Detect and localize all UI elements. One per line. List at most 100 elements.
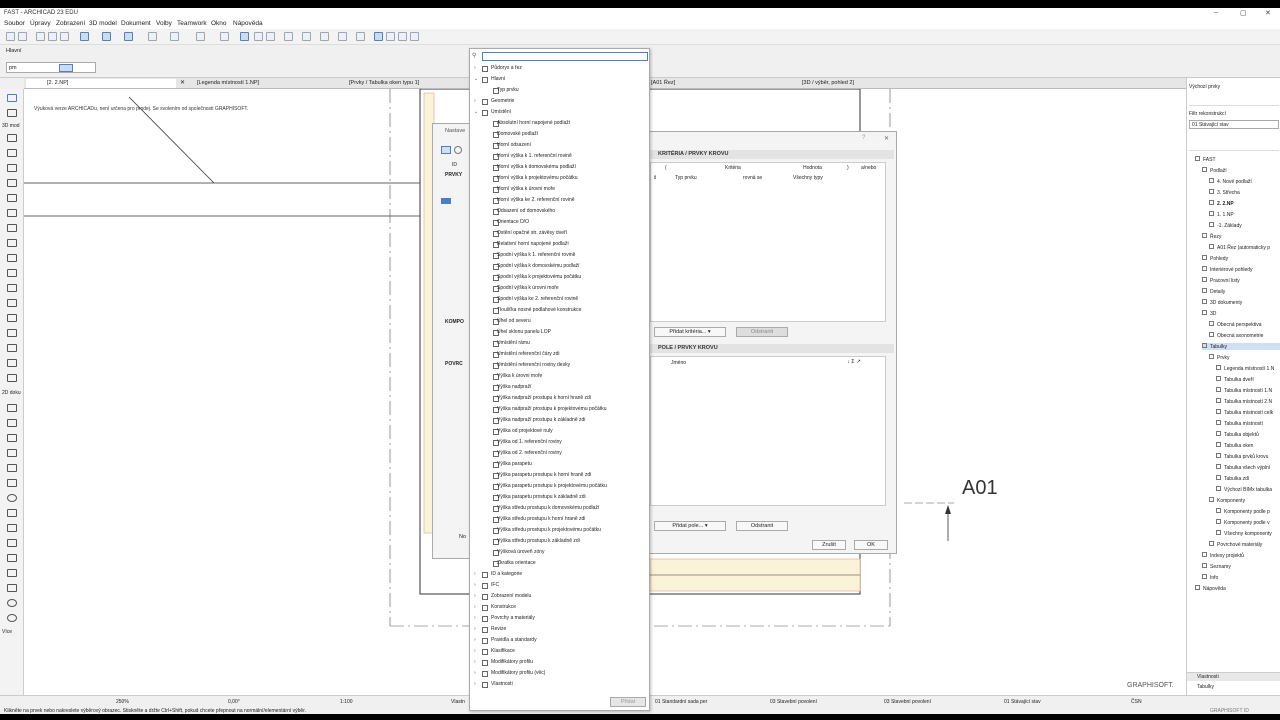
property-item[interactable]: Výška nadpraží prostupu k projektovému p… <box>474 404 644 415</box>
tree-item[interactable]: Komponenty podle p <box>1216 508 1280 515</box>
section-surfaces[interactable]: POVRC <box>445 361 463 367</box>
tree-item[interactable]: Pracovní listy <box>1202 277 1280 284</box>
scale-value[interactable]: 1:100 <box>340 699 353 705</box>
maximize-button[interactable]: ▢ <box>1240 9 1247 17</box>
property-item[interactable]: › Geometrie <box>474 96 644 107</box>
fill-tool-icon[interactable] <box>7 464 17 472</box>
property-item[interactable]: Typ prvku <box>474 85 644 96</box>
add-field-button[interactable]: Přidat pole... ▾ <box>654 521 726 531</box>
property-item[interactable]: Umístění referenční roviny desky <box>474 360 644 371</box>
tree-item[interactable]: Tabulka dveří <box>1216 376 1280 383</box>
menu-options[interactable]: Volby <box>156 20 172 27</box>
menu-file[interactable]: Soubor <box>4 20 25 27</box>
chevron-right-icon[interactable]: › <box>474 613 476 624</box>
property-item[interactable]: Výška parapetu <box>474 459 644 470</box>
property-item[interactable]: Úhel od severu <box>474 316 644 327</box>
tree-item[interactable]: 3. Střecha <box>1209 189 1280 196</box>
column-tool-icon[interactable] <box>7 149 17 157</box>
tree-item[interactable]: Tabulka oken <box>1216 442 1280 449</box>
arrow-tool-icon[interactable] <box>7 94 17 102</box>
property-item[interactable]: Výška od 1. referenční roviny <box>474 437 644 448</box>
standard-value[interactable]: ČSN <box>1131 699 1142 705</box>
property-item[interactable]: ⌄ Hlavní <box>474 74 644 85</box>
redo-icon[interactable] <box>18 32 27 41</box>
tree-item[interactable]: 3D <box>1202 310 1280 317</box>
zoom-value[interactable]: 250% <box>116 699 129 705</box>
tree-item[interactable]: Detaily <box>1202 288 1280 295</box>
property-item[interactable]: Horní výška k 1. referenční rovině <box>474 151 644 162</box>
undo-icon[interactable] <box>6 32 15 41</box>
property-item[interactable]: Výšková úroveň zóny <box>474 547 644 558</box>
selected-scheme-row[interactable] <box>441 198 451 204</box>
property-item[interactable]: › Pravidla a standardy <box>474 635 644 646</box>
tree-item[interactable]: Nápověda <box>1195 585 1280 592</box>
line-tool-icon[interactable] <box>7 479 17 487</box>
adjust-icon[interactable] <box>266 32 275 41</box>
trace-icon[interactable] <box>240 32 249 41</box>
property-item[interactable]: Výška nadpraží prostupu k základně zdi <box>474 415 644 426</box>
spline-tool-icon[interactable] <box>7 524 17 532</box>
property-item[interactable]: › Modifikátory profilu (věc) <box>474 668 644 679</box>
chevron-right-icon[interactable]: › <box>474 591 476 602</box>
tree-item[interactable]: 2. 2.NP <box>1209 200 1280 207</box>
object-tool-icon[interactable] <box>7 209 17 217</box>
chevron-right-icon[interactable]: › <box>474 63 476 74</box>
property-item[interactable]: Výška nadpraží prostupu k horní hraně zd… <box>474 393 644 404</box>
offset-icon[interactable] <box>338 32 347 41</box>
tree-item[interactable]: Pohledy <box>1202 255 1280 262</box>
elevation-tool-icon[interactable] <box>7 584 17 592</box>
3d-window-icon[interactable] <box>374 32 383 41</box>
angle-value[interactable]: 0,00° <box>228 699 240 705</box>
marquee-icon[interactable] <box>59 64 73 72</box>
section-prvky[interactable]: PRVKY <box>445 172 462 178</box>
tree-item[interactable]: Povrchové materiály <box>1209 541 1280 548</box>
tab-a01-rez[interactable]: [A01 Řez] <box>648 79 788 88</box>
search-icon[interactable] <box>454 146 462 154</box>
property-item[interactable]: Výška středu prostupu k horní hraně zdi <box>474 514 644 525</box>
tab-tabulka-oken[interactable]: [Prvky / Tabulka oken typu 1] <box>346 79 476 88</box>
fillet-icon[interactable] <box>320 32 329 41</box>
navigator-view-icons[interactable] <box>1189 138 1279 151</box>
beam-tool-icon[interactable] <box>7 164 17 172</box>
property-item[interactable]: › ID a kategorie <box>474 569 644 580</box>
tree-item[interactable]: Tabulka prvků krovu <box>1216 453 1280 460</box>
tree-item[interactable]: Komponenty podle v <box>1216 519 1280 526</box>
tab-2np[interactable]: [2. 2.NP] <box>26 79 176 88</box>
polyline-tool-icon[interactable] <box>7 509 17 517</box>
property-item[interactable]: ⌄ Umístění <box>474 107 644 118</box>
model-view-value[interactable]: Vlastn <box>451 699 465 705</box>
renovation-value[interactable]: 01 Stávající stav <box>1004 699 1041 705</box>
close-button[interactable]: ✕ <box>1265 9 1271 17</box>
chevron-right-icon[interactable]: › <box>474 580 476 591</box>
chevron-right-icon[interactable]: › <box>474 657 476 668</box>
trim-icon[interactable] <box>302 32 311 41</box>
tree-item[interactable]: FAST <box>1195 156 1280 163</box>
tree-item[interactable]: Tabulka zdí <box>1216 475 1280 482</box>
fields-table[interactable]: Jméno ↓ Σ ↗ <box>650 356 886 506</box>
field-row-name[interactable]: Jméno <box>671 360 686 366</box>
menu-edit[interactable]: Úpravy <box>30 20 51 27</box>
curtain-wall-tool-icon[interactable] <box>7 284 17 292</box>
property-item[interactable]: Zkratka orientace <box>474 558 644 569</box>
property-item[interactable]: Horní výška ke 2. referenční rovině <box>474 195 644 206</box>
lock-icon[interactable] <box>220 32 229 41</box>
property-item[interactable]: Výška od 2. referenční roviny <box>474 448 644 459</box>
marquee-tool-icon[interactable] <box>7 109 17 117</box>
property-item[interactable]: Výška nadpraží <box>474 382 644 393</box>
property-item[interactable]: › Klasifikace <box>474 646 644 657</box>
pointer-tool-icon[interactable] <box>36 32 45 41</box>
property-item[interactable]: Ostění opačné str. závěsy dveří <box>474 228 644 239</box>
chevron-right-icon[interactable]: › <box>474 668 476 679</box>
tree-item[interactable]: Podlaží <box>1202 167 1280 174</box>
guide-lines-icon[interactable] <box>102 32 111 41</box>
eyedropper-icon[interactable] <box>48 32 57 41</box>
property-item[interactable]: › Zobrazení modelu <box>474 591 644 602</box>
menu-document[interactable]: Dokument <box>121 20 151 27</box>
field-sort-tools[interactable]: ↓ Σ ↗ <box>847 359 861 365</box>
navigator-mode-icons[interactable] <box>1189 94 1279 106</box>
menu-view[interactable]: Zobrazení <box>56 20 85 27</box>
property-item[interactable]: Výška parapetu prostupu k projektovému p… <box>474 481 644 492</box>
railing-tool-icon[interactable] <box>7 269 17 277</box>
section-marker-label[interactable]: A01 <box>962 477 998 500</box>
tree-item[interactable]: 4. Nové podlaží <box>1209 178 1280 185</box>
